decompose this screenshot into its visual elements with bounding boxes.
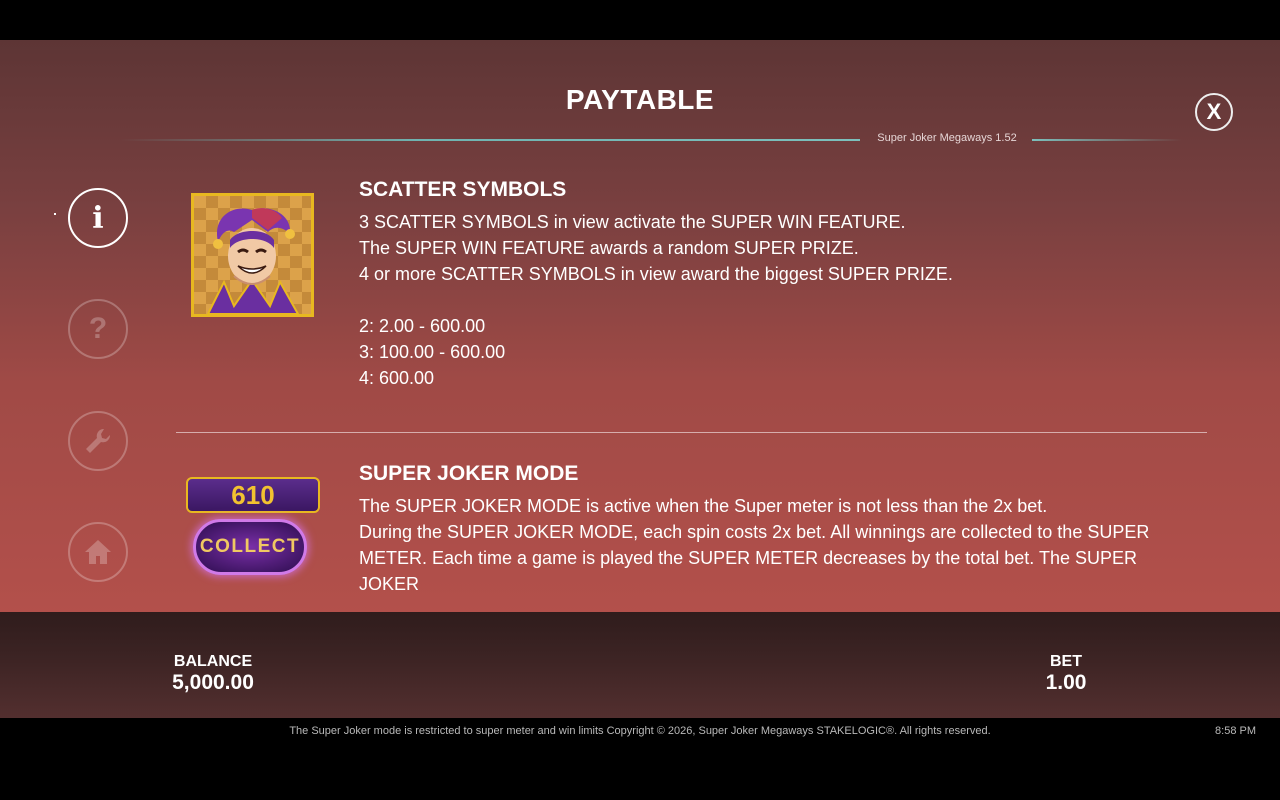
- info-icon: i: [92, 200, 104, 236]
- scatter-description: 3 SCATTER SYMBOLS in view activate the S…: [359, 209, 953, 287]
- sidebar-item-settings[interactable]: [68, 411, 128, 471]
- pay-row: 2: 2.00 - 600.00: [359, 316, 486, 336]
- indicator-dot: [54, 213, 56, 215]
- joker-icon: [206, 208, 300, 314]
- super-joker-description: The SUPER JOKER MODE is active when the …: [359, 493, 1189, 597]
- close-icon: X: [1206, 99, 1222, 124]
- bottom-bar: BALANCE 5,000.00 BET 1.00: [0, 612, 1280, 718]
- scatter-heading: SCATTER SYMBOLS: [359, 178, 567, 201]
- bet-value: 1.00: [1045, 671, 1087, 694]
- version-label: Super Joker Megaways 1.52: [877, 132, 1017, 144]
- super-meter-display: 610: [186, 477, 320, 513]
- scatter-line: The SUPER WIN FEATURE awards a random SU…: [359, 238, 859, 258]
- balance-label: BALANCE: [173, 653, 253, 670]
- scatter-line: 3 SCATTER SYMBOLS in view activate the S…: [359, 212, 906, 232]
- super-joker-line: During the SUPER JOKER MODE, each spin c…: [359, 522, 1150, 542]
- footer: The Super Joker mode is restricted to su…: [0, 718, 1280, 800]
- pay-row: 4: 600.00: [359, 368, 435, 388]
- wrench-icon: [86, 428, 111, 453]
- scatter-pays: 2: 2.00 - 600.00 3: 100.00 - 600.00 4: 6…: [359, 313, 505, 391]
- collect-button-image: COLLECT: [193, 519, 307, 575]
- super-joker-line: METER. Each time a game is played the SU…: [359, 548, 1137, 594]
- scatter-line: 4 or more SCATTER SYMBOLS in view award …: [359, 264, 953, 284]
- top-bar: [0, 0, 1280, 40]
- sidebar-item-help[interactable]: ?: [68, 299, 128, 359]
- close-button[interactable]: X: [1195, 93, 1233, 131]
- title-divider-left: [120, 139, 860, 141]
- scatter-symbol-image: [191, 193, 314, 317]
- sidebar-item-info[interactable]: i: [68, 188, 128, 248]
- help-icon: ?: [88, 312, 108, 345]
- section-divider: [176, 432, 1207, 433]
- clock: 8:58 PM: [1215, 725, 1256, 737]
- super-joker-line: The SUPER JOKER MODE is active when the …: [359, 496, 1048, 516]
- title-divider-right: [1032, 139, 1182, 141]
- super-joker-heading: SUPER JOKER MODE: [359, 462, 579, 485]
- copyright-text: The Super Joker mode is restricted to su…: [289, 725, 991, 737]
- balance-value: 5,000.00: [172, 671, 254, 694]
- page-title: PAYTABLE: [565, 84, 715, 115]
- paytable-panel: PAYTABLE Super Joker Megaways 1.52 X i ?: [0, 40, 1280, 612]
- pay-row: 3: 100.00 - 600.00: [359, 342, 506, 362]
- bet-label: BET: [1050, 653, 1082, 670]
- sidebar-item-home[interactable]: [68, 522, 128, 582]
- home-icon: [85, 540, 111, 564]
